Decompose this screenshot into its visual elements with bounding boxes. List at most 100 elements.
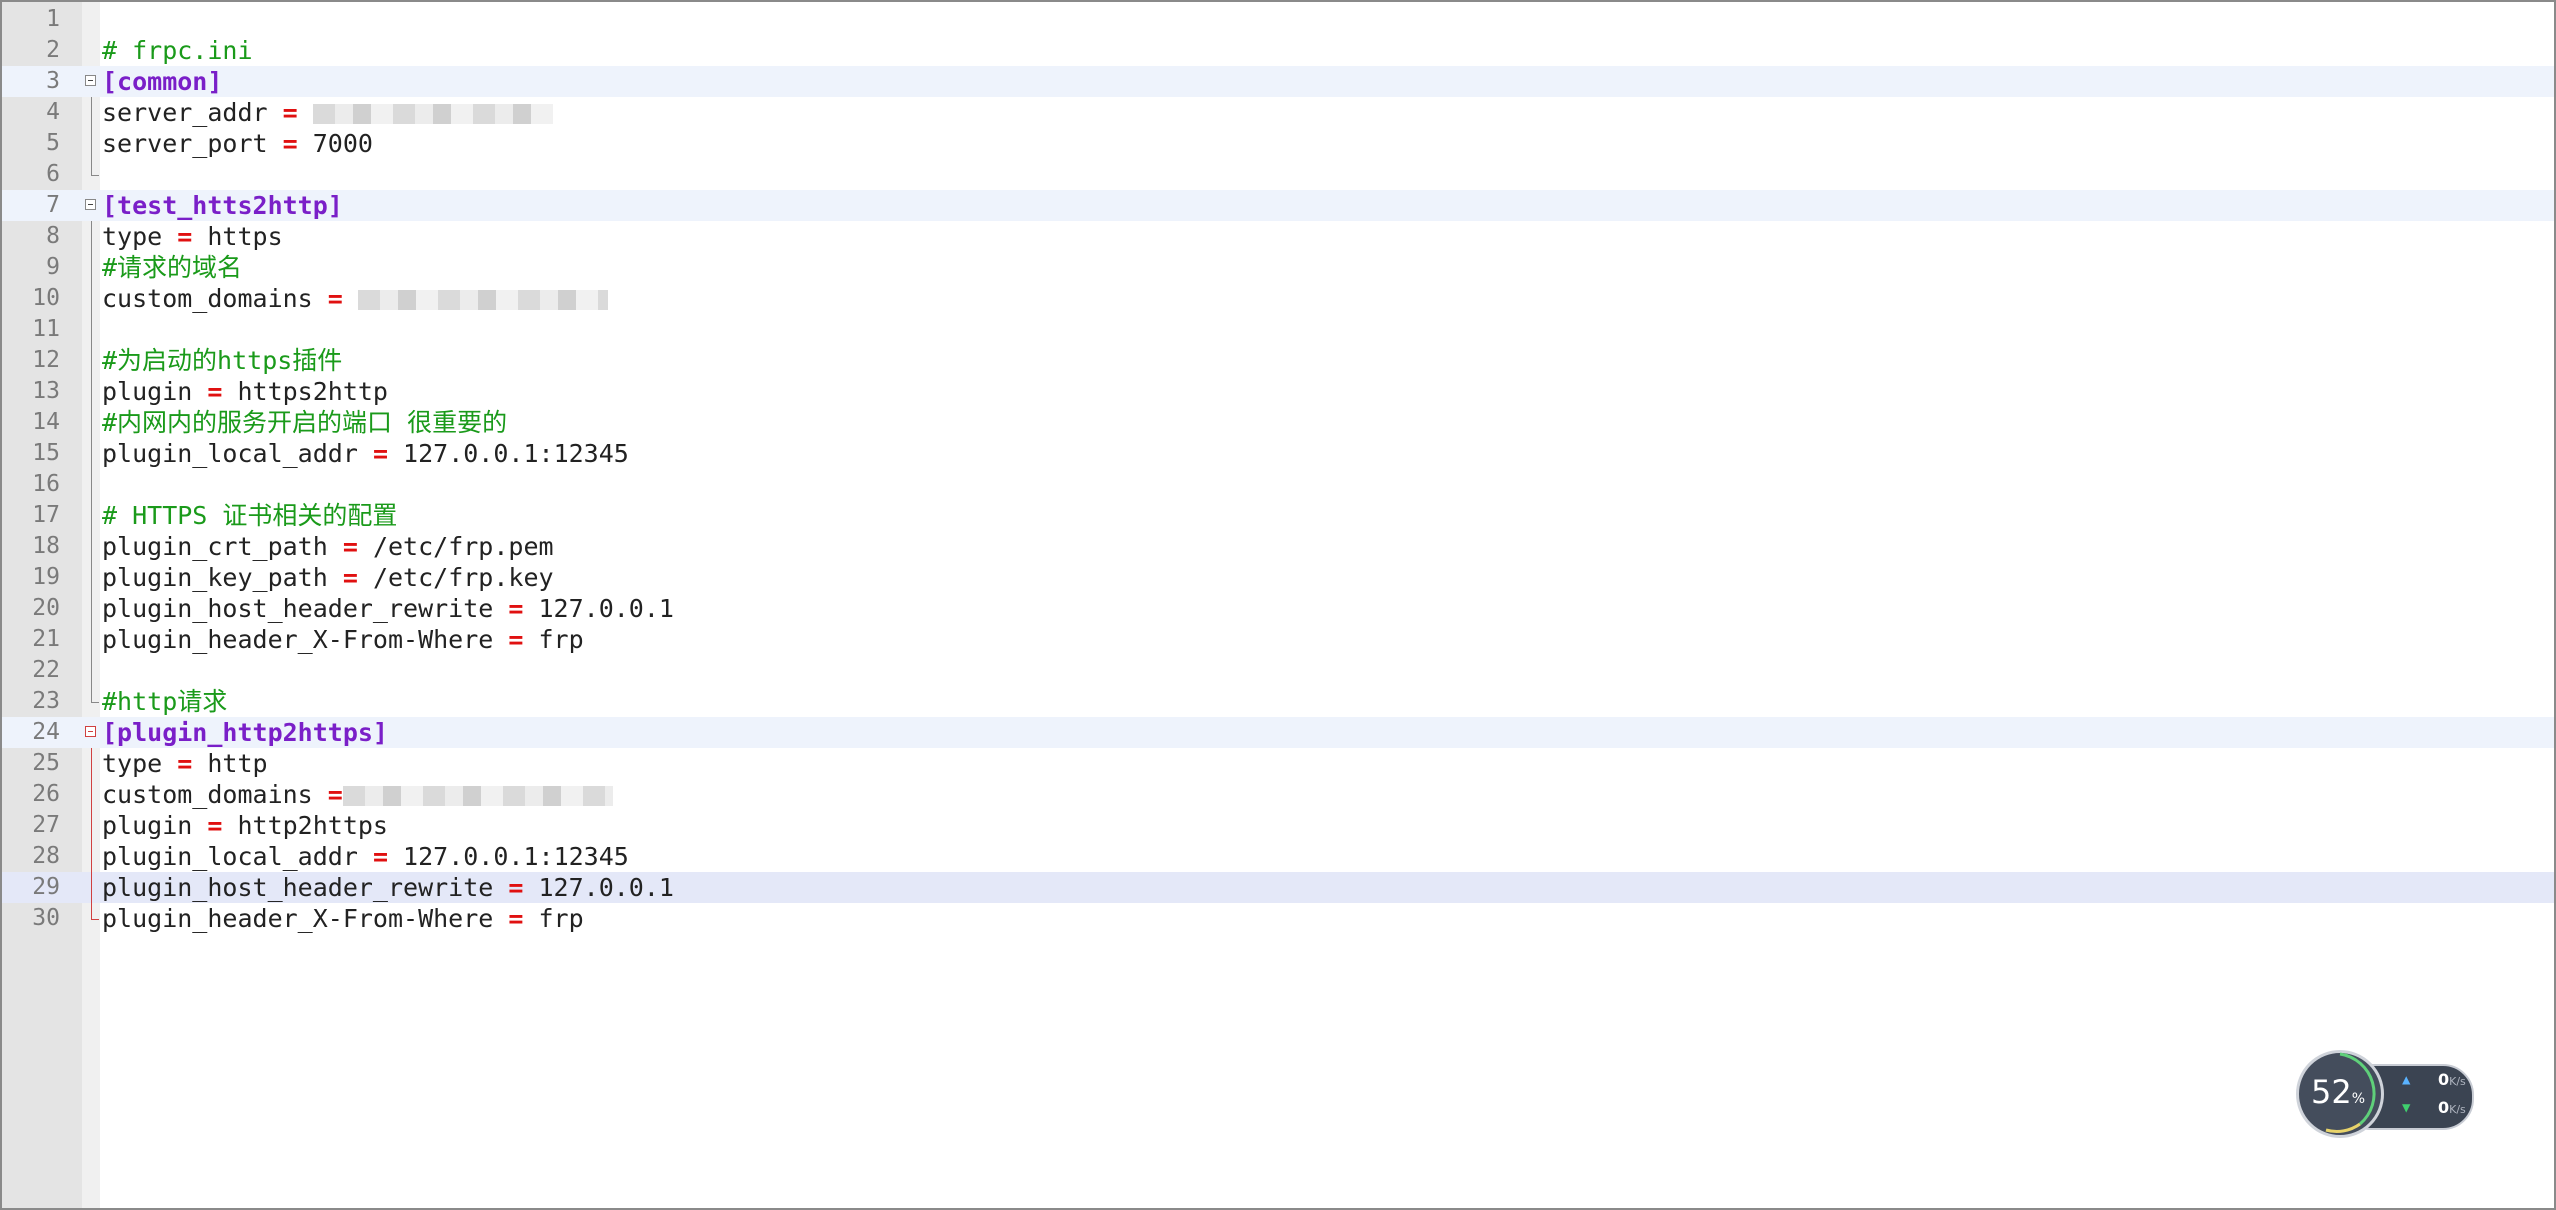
code-line[interactable]: 16 bbox=[2, 469, 2554, 500]
equals-operator: = bbox=[372, 439, 388, 468]
code-line[interactable]: 5 server_port = 7000 bbox=[2, 128, 2554, 159]
code-line[interactable]: 3 [common] bbox=[2, 66, 2554, 97]
code-text[interactable]: custom_domains = bbox=[102, 283, 608, 314]
code-text[interactable]: plugin = https2http bbox=[102, 376, 388, 407]
code-text[interactable]: server_port = 7000 bbox=[102, 128, 373, 159]
code-text[interactable]: plugin_host_header_rewrite = 127.0.0.1 bbox=[102, 593, 674, 624]
equals-operator: = bbox=[372, 842, 388, 871]
code-text[interactable]: plugin_key_path = /etc/frp.key bbox=[102, 562, 554, 593]
editor-lines[interactable]: 1 2 # frpc.ini 3 [common] 4 server_addr = 5 ser… bbox=[2, 4, 2554, 934]
code-line[interactable]: 22 bbox=[2, 655, 2554, 686]
config-value: frp bbox=[523, 625, 584, 654]
code-line[interactable]: 17 # HTTPS 证书相关的配置 bbox=[2, 500, 2554, 531]
code-line[interactable]: 26 custom_domains = bbox=[2, 779, 2554, 810]
upload-rate: 0K/s bbox=[2438, 1070, 2466, 1089]
code-text[interactable]: plugin_host_header_rewrite = 127.0.0.1 bbox=[102, 872, 674, 903]
code-line[interactable]: 8 type = https bbox=[2, 221, 2554, 252]
code-text[interactable]: [test_htts2http] bbox=[102, 190, 343, 221]
code-text[interactable]: type = https bbox=[102, 221, 283, 252]
line-number: 18 bbox=[32, 533, 60, 559]
line-number: 3 bbox=[46, 68, 60, 94]
equals-operator: = bbox=[508, 873, 524, 902]
equals-operator: = bbox=[508, 594, 524, 623]
fold-toggle-icon[interactable] bbox=[84, 717, 100, 748]
code-text[interactable]: plugin_local_addr = 127.0.0.1:12345 bbox=[102, 438, 629, 469]
config-key: server_addr bbox=[102, 98, 283, 127]
code-line[interactable]: 9 #请求的域名 bbox=[2, 252, 2554, 283]
line-number: 24 bbox=[32, 719, 60, 745]
code-line[interactable]: 11 bbox=[2, 314, 2554, 345]
code-text[interactable]: #内网内的服务开启的端口 很重要的 bbox=[102, 407, 507, 438]
fold-guide bbox=[84, 872, 100, 903]
fold-guide bbox=[84, 655, 100, 686]
line-number: 20 bbox=[32, 595, 60, 621]
code-line[interactable]: 29 plugin_host_header_rewrite = 127.0.0.1 bbox=[2, 872, 2554, 903]
config-key: plugin_header_X-From-Where bbox=[102, 625, 509, 654]
code-text[interactable]: plugin_crt_path = /etc/frp.pem bbox=[102, 531, 554, 562]
code-line[interactable]: 10 custom_domains = bbox=[2, 283, 2554, 314]
code-line[interactable]: 14 #内网内的服务开启的端口 很重要的 bbox=[2, 407, 2554, 438]
config-key: custom_domains bbox=[102, 780, 328, 809]
code-line[interactable]: 4 server_addr = bbox=[2, 97, 2554, 128]
code-text[interactable]: #http请求 bbox=[102, 686, 227, 717]
code-line[interactable]: 23 #http请求 bbox=[2, 686, 2554, 717]
config-key: type bbox=[102, 749, 178, 778]
config-value: http2https bbox=[222, 811, 388, 840]
fold-guide bbox=[84, 97, 100, 128]
code-line[interactable]: 20 plugin_host_header_rewrite = 127.0.0.1 bbox=[2, 593, 2554, 624]
cpu-usage-gauge[interactable]: 52% bbox=[2296, 1050, 2384, 1138]
redacted-value bbox=[342, 786, 613, 806]
code-text[interactable]: type = http bbox=[102, 748, 268, 779]
comment-token: #为启动的https插件 bbox=[102, 346, 343, 375]
code-line[interactable]: 7 [test_htts2http] bbox=[2, 190, 2554, 221]
code-text[interactable]: # frpc.ini bbox=[102, 35, 253, 66]
code-text[interactable]: #请求的域名 bbox=[102, 252, 242, 283]
equals-operator: = bbox=[327, 284, 343, 313]
code-line[interactable]: 21 plugin_header_X-From-Where = frp bbox=[2, 624, 2554, 655]
code-line[interactable]: 28 plugin_local_addr = 127.0.0.1:12345 bbox=[2, 841, 2554, 872]
code-line[interactable]: 24 [plugin_http2https] bbox=[2, 717, 2554, 748]
config-key: plugin_host_header_rewrite bbox=[102, 873, 509, 902]
config-value: 127.0.0.1:12345 bbox=[388, 842, 629, 871]
line-number: 28 bbox=[32, 843, 60, 869]
code-line[interactable]: 2 # frpc.ini bbox=[2, 35, 2554, 66]
line-number: 23 bbox=[32, 688, 60, 714]
code-line[interactable]: 6 bbox=[2, 159, 2554, 190]
code-text[interactable]: plugin_header_X-From-Where = frp bbox=[102, 903, 584, 934]
config-value bbox=[343, 284, 358, 313]
code-line[interactable]: 27 plugin = http2https bbox=[2, 810, 2554, 841]
code-line[interactable]: 19 plugin_key_path = /etc/frp.key bbox=[2, 562, 2554, 593]
code-text[interactable]: [common] bbox=[102, 66, 222, 97]
config-key: plugin_crt_path bbox=[102, 532, 343, 561]
code-text[interactable]: plugin_header_X-From-Where = frp bbox=[102, 624, 584, 655]
comment-token: #请求的域名 bbox=[102, 253, 243, 282]
code-text[interactable]: custom_domains = bbox=[102, 779, 613, 810]
code-line[interactable]: 1 bbox=[2, 4, 2554, 35]
network-monitor-widget[interactable]: ▲ 0K/s ▼ 0K/s 52% bbox=[2296, 1050, 2474, 1140]
equals-operator: = bbox=[282, 98, 298, 127]
code-line[interactable]: 12 #为启动的https插件 bbox=[2, 345, 2554, 376]
code-text[interactable]: #为启动的https插件 bbox=[102, 345, 342, 376]
code-text[interactable]: [plugin_http2https] bbox=[102, 717, 388, 748]
config-value: 127.0.0.1:12345 bbox=[388, 439, 629, 468]
code-text[interactable]: plugin = http2https bbox=[102, 810, 388, 841]
line-number: 13 bbox=[32, 378, 60, 404]
code-editor[interactable]: 1 2 # frpc.ini 3 [common] 4 server_addr = 5 ser… bbox=[0, 0, 2556, 1210]
code-text[interactable]: # HTTPS 证书相关的配置 bbox=[102, 500, 397, 531]
equals-operator: = bbox=[327, 780, 343, 809]
code-line[interactable]: 15 plugin_local_addr = 127.0.0.1:12345 bbox=[2, 438, 2554, 469]
code-line[interactable]: 18 plugin_crt_path = /etc/frp.pem bbox=[2, 531, 2554, 562]
config-value bbox=[298, 98, 313, 127]
config-value: https2http bbox=[222, 377, 388, 406]
code-line[interactable]: 25 type = http bbox=[2, 748, 2554, 779]
code-text[interactable]: server_addr = bbox=[102, 97, 553, 128]
line-number: 2 bbox=[46, 37, 60, 63]
code-text[interactable]: plugin_local_addr = 127.0.0.1:12345 bbox=[102, 841, 629, 872]
fold-toggle-icon[interactable] bbox=[84, 66, 100, 97]
line-number: 12 bbox=[32, 347, 60, 373]
config-value: frp bbox=[523, 904, 584, 933]
equals-operator: = bbox=[342, 532, 358, 561]
fold-toggle-icon[interactable] bbox=[84, 190, 100, 221]
code-line[interactable]: 30 plugin_header_X-From-Where = frp bbox=[2, 903, 2554, 934]
code-line[interactable]: 13 plugin = https2http bbox=[2, 376, 2554, 407]
